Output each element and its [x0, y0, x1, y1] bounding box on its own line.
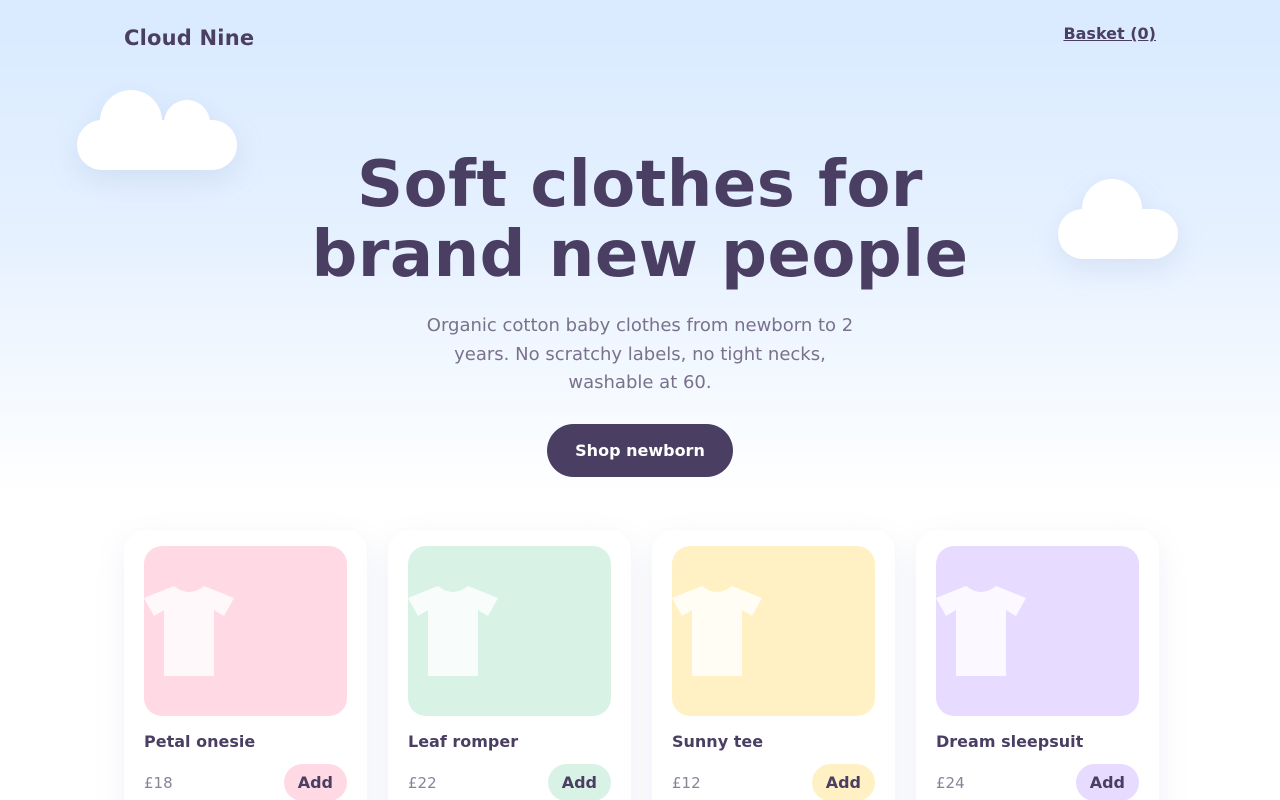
- hero-section: Soft clothes for brand new people Organi…: [0, 150, 1280, 477]
- tshirt-icon: [408, 586, 498, 676]
- hero-description: Organic cotton baby clothes from newborn…: [426, 315, 854, 393]
- product-image: [144, 546, 347, 716]
- add-to-basket-button[interactable]: Add: [1075, 764, 1139, 800]
- product-image: [408, 546, 611, 716]
- add-to-basket-button[interactable]: Add: [547, 764, 611, 800]
- hero-title-line-1: Soft clothes for: [357, 148, 923, 222]
- product-card[interactable]: Leaf romper £22 Add: [388, 530, 631, 800]
- shop-newborn-button[interactable]: Shop newborn: [547, 423, 733, 477]
- product-image: [936, 546, 1139, 716]
- basket-link[interactable]: Basket (0): [1063, 24, 1156, 43]
- add-to-basket-button[interactable]: Add: [811, 764, 875, 800]
- product-name: Dream sleepsuit: [936, 732, 1084, 751]
- product-price: £24: [936, 773, 965, 792]
- tshirt-icon: [672, 586, 762, 676]
- product-card[interactable]: Sunny tee £12 Add: [652, 530, 895, 800]
- product-card[interactable]: Petal onesie £18 Add: [124, 530, 367, 800]
- product-name: Sunny tee: [672, 732, 764, 751]
- brand-logo[interactable]: Cloud Nine: [124, 26, 254, 50]
- hero-title: Soft clothes for brand new people: [0, 150, 1280, 290]
- product-name: Leaf romper: [408, 732, 519, 751]
- tshirt-icon: [144, 586, 234, 676]
- product-price: £18: [144, 773, 173, 792]
- tshirt-icon: [936, 586, 1026, 676]
- product-card[interactable]: Dream sleepsuit £24 Add: [916, 530, 1159, 800]
- product-price: £12: [672, 773, 701, 792]
- product-grid: Petal onesie £18 Add Leaf romper £22 Add…: [124, 530, 1159, 800]
- product-name: Petal onesie: [144, 732, 256, 751]
- hero-title-line-2: brand new people: [311, 218, 969, 292]
- product-price: £22: [408, 773, 437, 792]
- add-to-basket-button[interactable]: Add: [283, 764, 347, 800]
- product-image: [672, 546, 875, 716]
